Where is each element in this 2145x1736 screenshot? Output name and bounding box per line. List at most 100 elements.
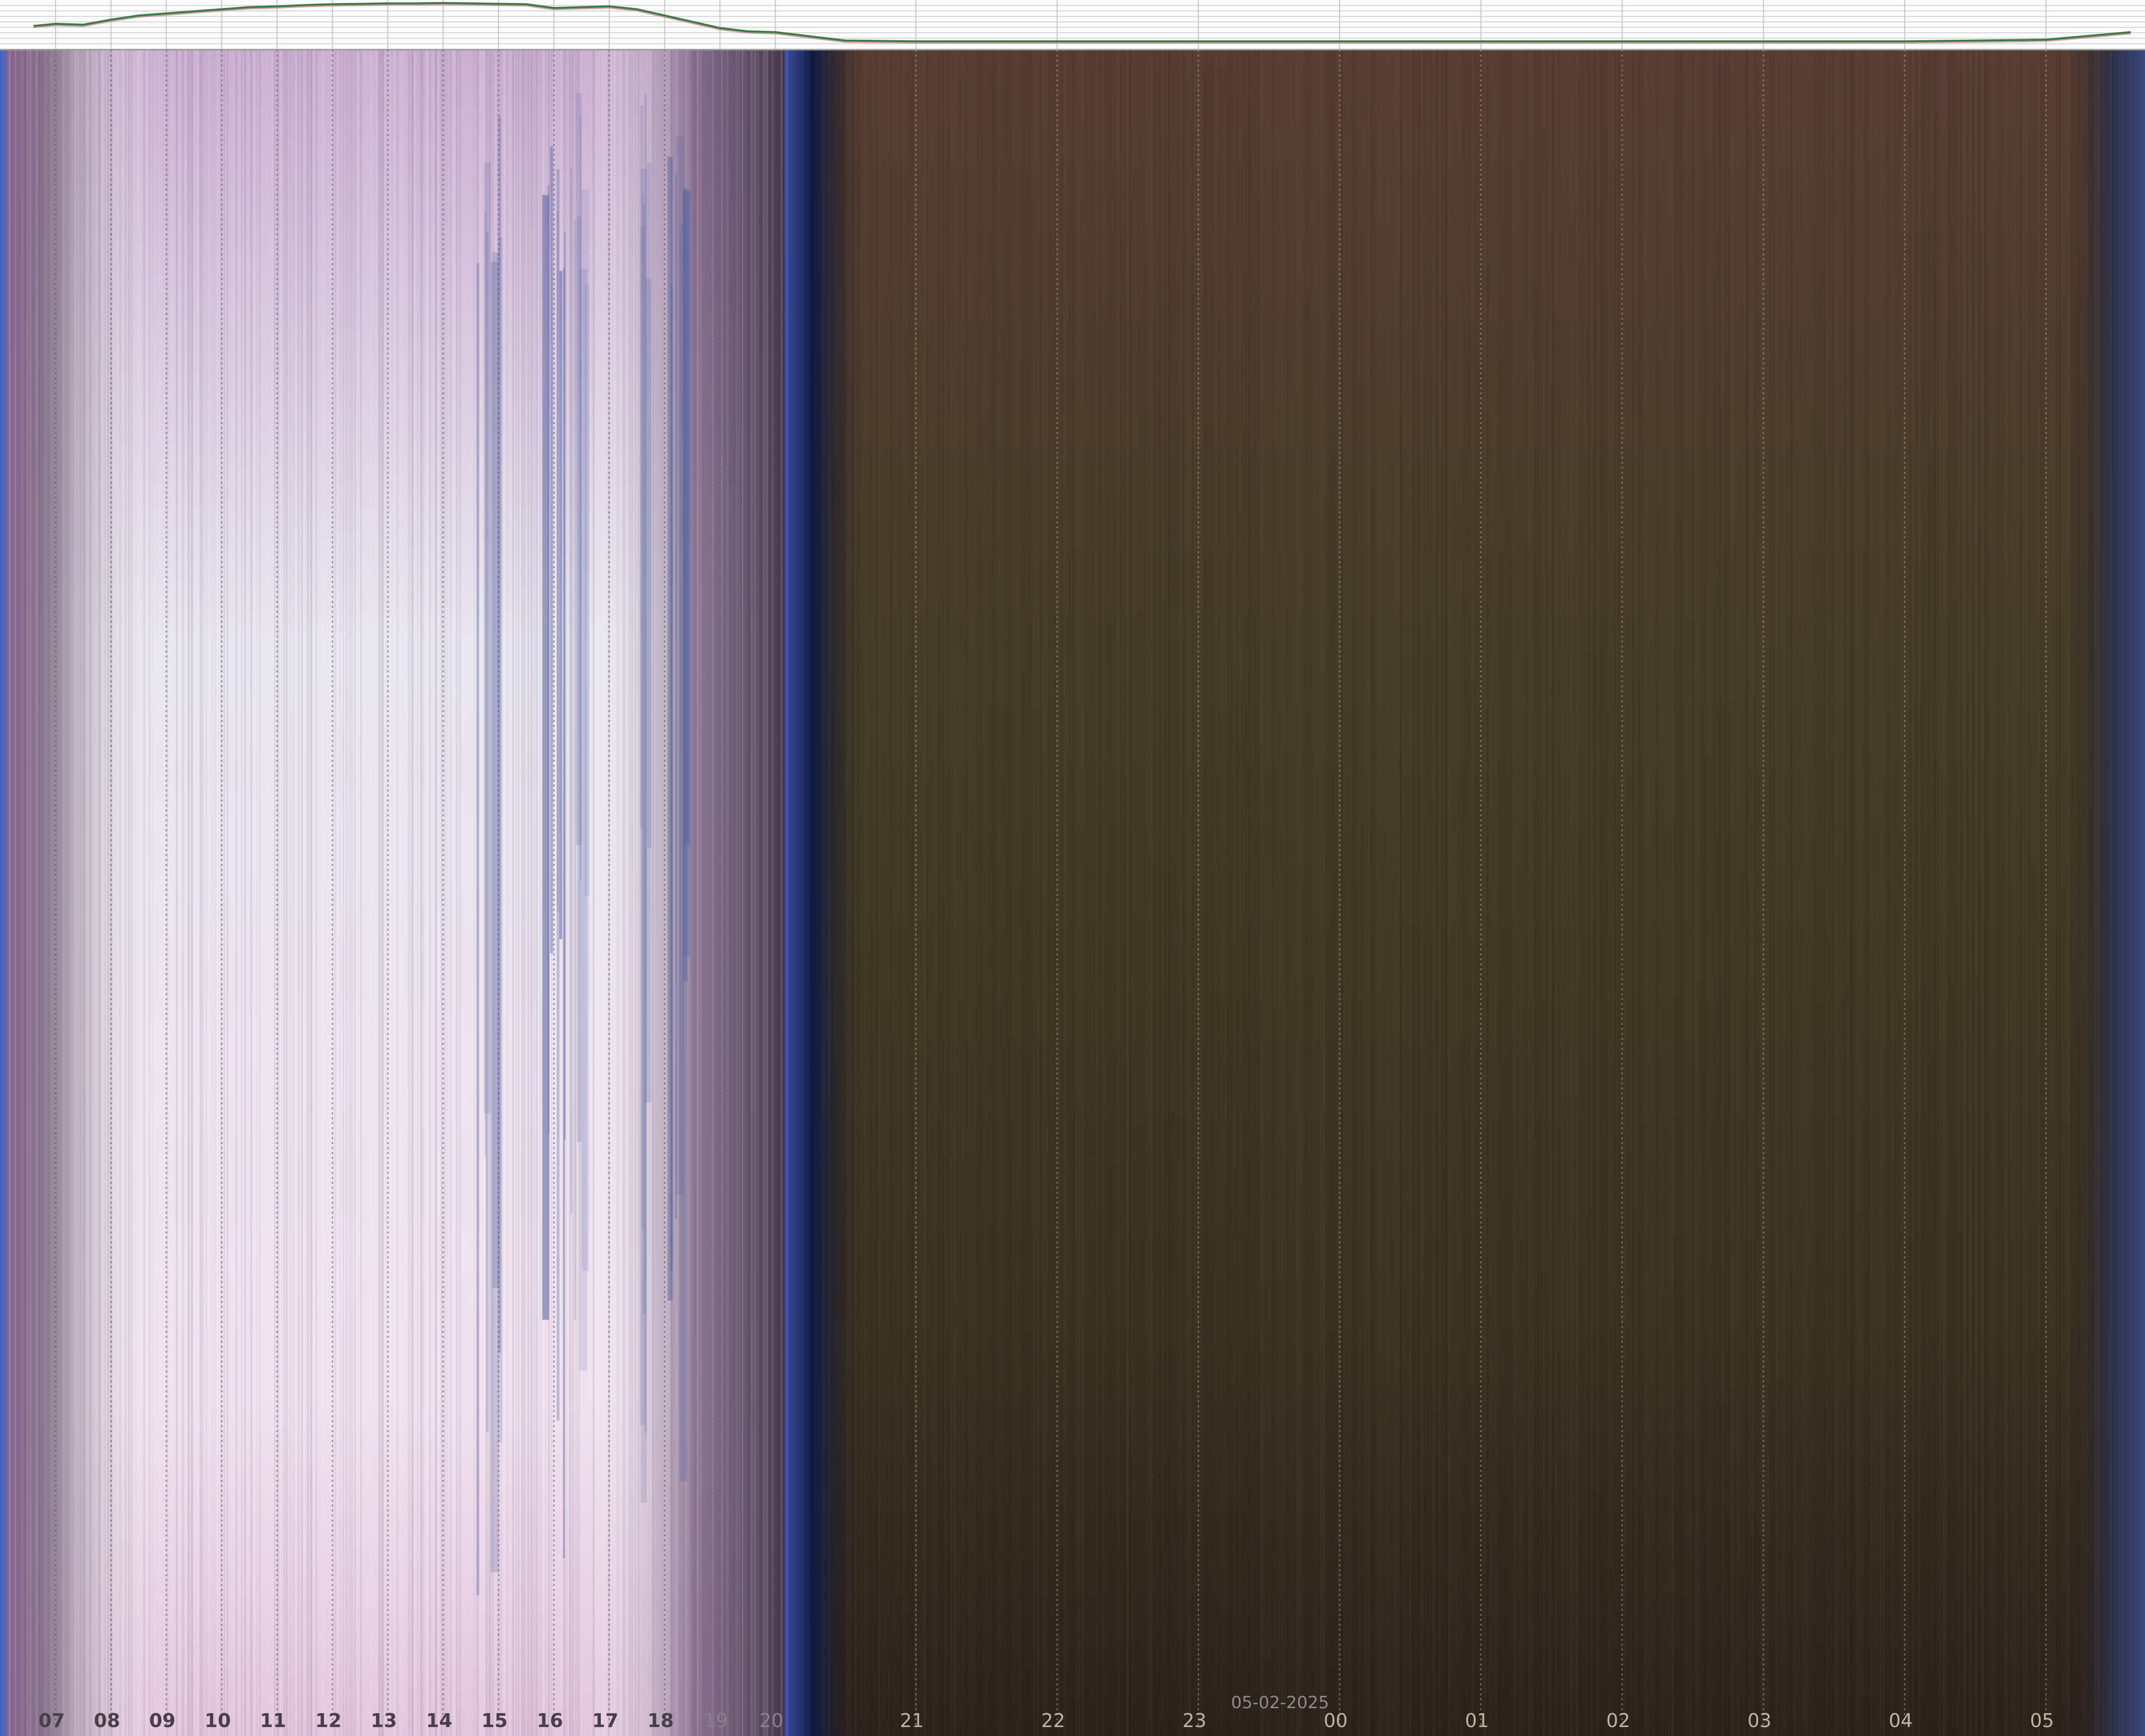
texture-streak [953,50,956,1736]
texture-streak [1758,50,1759,1736]
texture-streak [2139,50,2140,1736]
texture-streak [1457,50,1458,1736]
texture-streak [2068,50,2070,1736]
texture-streak [1150,50,1152,1736]
cloud-streak [484,214,487,1157]
texture-streak [1653,50,1654,1736]
texture-streak [250,50,252,1736]
texture-streak [42,50,43,1736]
texture-streak [775,50,776,1736]
texture-streak [289,50,291,1736]
texture-streak [200,50,202,1736]
texture-streak [1451,50,1453,1736]
texture-streak [1802,50,1804,1736]
texture-streak [1034,50,1035,1736]
texture-streak [819,50,821,1736]
texture-streak [1886,50,1888,1736]
texture-streak [27,50,28,1736]
texture-streak [18,50,20,1736]
texture-streak [48,50,49,1736]
texture-streak [1984,50,1987,1736]
texture-streak [1418,50,1421,1736]
texture-streak [1954,50,1957,1736]
texture-streak [1463,50,1465,1736]
texture-streak [1710,50,1712,1736]
cloud-streak [675,175,677,1219]
texture-streak [1075,50,1077,1736]
texture-streak [1314,50,1315,1736]
texture-streak [2088,50,2091,1736]
texture-streak [915,50,917,1736]
texture-streak [849,50,851,1736]
texture-streak [879,50,880,1736]
texture-streak [1040,50,1041,1736]
texture-streak [33,50,34,1736]
texture-streak [968,50,970,1736]
texture-streak [1138,50,1140,1736]
texture-streak [1570,50,1572,1736]
texture-streak [1499,50,1500,1736]
texture-streak [414,50,416,1736]
texture-streak [1436,50,1438,1736]
texture-streak [1287,50,1288,1736]
brightness-panel [0,0,2145,51]
texture-streak [375,50,377,1736]
texture-streak [137,50,140,1736]
texture-streak [1510,50,1511,1736]
texture-streak [950,50,952,1736]
texture-streak [1749,50,1751,1736]
texture-streak [116,50,119,1736]
hour-tick-label: 12 [315,1710,342,1732]
texture-streak [2085,50,2087,1736]
texture-streak [2053,50,2055,1736]
texture-streak [1233,50,1234,1736]
texture-streak [977,50,979,1736]
texture-streak [1013,50,1014,1736]
texture-streak [700,50,702,1736]
hour-tick-label: 15 [482,1710,508,1732]
texture-streak [1153,50,1155,1736]
texture-streak [1147,50,1149,1736]
texture-streak [1490,50,1492,1736]
texture-streak [843,50,846,1736]
texture-streak [1856,50,1858,1736]
texture-streak [691,50,694,1736]
texture-streak [1960,50,1962,1736]
texture-streak [1933,50,1936,1736]
texture-streak [611,50,612,1736]
texture-streak [1972,50,1974,1736]
texture-streak [113,50,114,1736]
texture-streak [1466,50,1467,1736]
texture-streak [1043,50,1045,1736]
texture-streak [2118,50,2121,1736]
texture-streak [1549,50,1551,1736]
cloud-streak [667,156,673,1301]
texture-streak [119,50,121,1736]
texture-streak [1210,50,1211,1736]
texture-streak [101,50,104,1736]
texture-streak [435,50,437,1736]
texture-streak [2044,50,2045,1736]
texture-streak [441,50,442,1736]
texture-streak [235,50,237,1736]
hour-tick-labels: 07 08 09 10 11 12 13 14 15 16 17 18 19 20 21 22 23 00 01 02… [39,1710,2054,1732]
texture-streak [1978,50,1981,1736]
texture-streak [1892,50,1893,1736]
texture-streak [1531,50,1534,1736]
texture-streak [89,50,91,1736]
texture-streak [77,50,79,1736]
hour-tick-label: 17 [592,1710,619,1732]
texture-streak [1022,50,1024,1736]
texture-streak [30,50,31,1736]
texture-streak [837,50,840,1736]
texture-streak [503,50,505,1736]
texture-streak [1275,50,1276,1736]
texture-streak [1251,50,1252,1736]
texture-streak [971,50,973,1736]
texture-streak [149,50,150,1736]
cloud-streak [642,195,644,1229]
texture-streak [45,50,47,1736]
texture-streak [2002,50,2003,1736]
texture-streak [825,50,826,1736]
texture-streak [795,50,797,1736]
